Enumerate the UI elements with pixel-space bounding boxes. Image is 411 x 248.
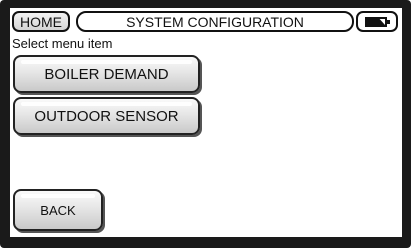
battery-tip [387, 20, 390, 24]
outdoor-sensor-button[interactable]: OUTDOOR SENSOR [13, 97, 200, 135]
battery-indicator [356, 11, 398, 32]
battery-level [367, 19, 385, 25]
back-button[interactable]: BACK [13, 189, 103, 231]
page-title: SYSTEM CONFIGURATION [76, 11, 354, 32]
outdoor-sensor-label: OUTDOOR SENSOR [34, 107, 179, 125]
instruction-text: Select menu item [12, 36, 113, 51]
boiler-demand-button[interactable]: BOILER DEMAND [13, 55, 200, 93]
touch-screen: HOME SYSTEM CONFIGURATION Select menu it… [10, 8, 402, 237]
back-button-label: BACK [40, 202, 76, 218]
device-bezel: HOME SYSTEM CONFIGURATION Select menu it… [0, 0, 411, 248]
home-button[interactable]: HOME [12, 11, 70, 32]
boiler-demand-label: BOILER DEMAND [44, 65, 169, 83]
battery-icon [365, 17, 387, 27]
home-button-label: HOME [20, 13, 62, 30]
page-title-text: SYSTEM CONFIGURATION [126, 13, 304, 30]
